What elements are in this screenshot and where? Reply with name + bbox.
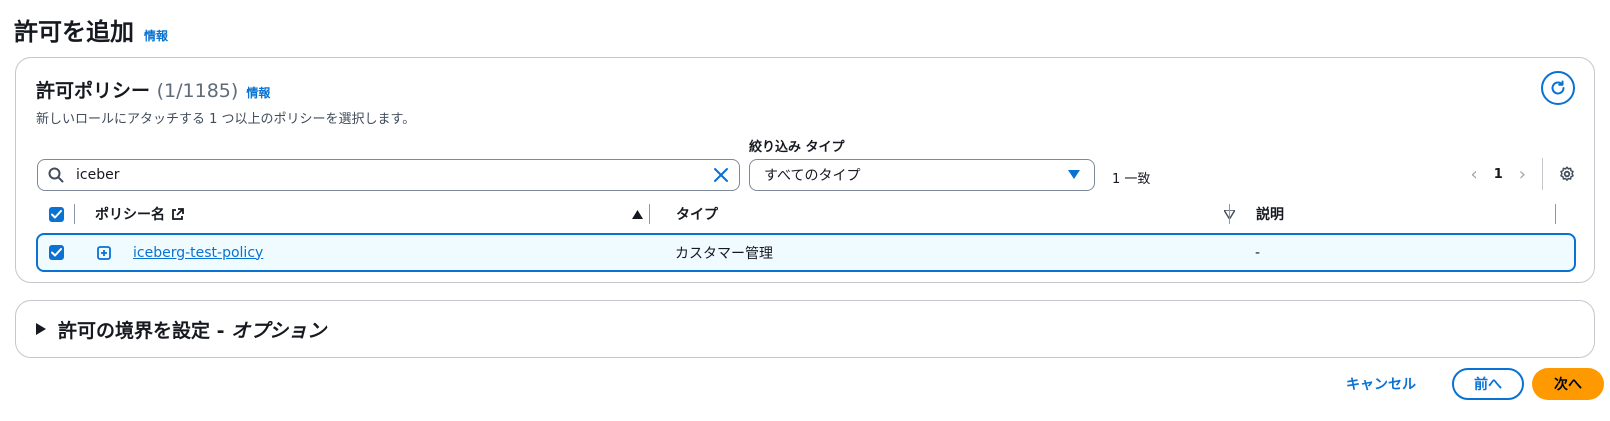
check-icon	[51, 248, 62, 257]
column-separator	[1555, 204, 1556, 224]
checkbox-checked[interactable]	[49, 245, 64, 260]
table-row[interactable]: iceberg-test-policy カスタマー管理 -	[36, 233, 1576, 272]
page-title: 許可を追加	[14, 18, 134, 46]
check-icon	[51, 209, 62, 218]
pagination-divider	[1542, 158, 1543, 190]
expand-icon	[97, 245, 111, 260]
policy-type: カスタマー管理	[675, 245, 773, 262]
page-info-link[interactable]: 情報	[144, 27, 168, 44]
caret-down-icon	[1068, 170, 1080, 179]
clear-icon[interactable]	[713, 167, 729, 183]
pagination: ‹ 1 ›	[1471, 157, 1575, 191]
column-separator	[649, 204, 650, 224]
boundary-title: 許可の境界を設定 - オプション	[58, 319, 327, 342]
policy-name-link[interactable]: iceberg-test-policy	[133, 235, 263, 270]
previous-button[interactable]: 前へ	[1452, 368, 1524, 400]
gear-icon	[1560, 166, 1574, 181]
sort-ascending-icon[interactable]	[632, 198, 643, 230]
search-input[interactable]	[74, 166, 713, 184]
external-link-icon	[172, 207, 184, 220]
refresh-button[interactable]	[1541, 71, 1575, 105]
chevron-left-icon[interactable]: ‹	[1471, 164, 1478, 185]
column-header-name-label: ポリシー名	[95, 207, 165, 223]
type-filter-value: すべてのタイプ	[764, 168, 861, 184]
cancel-button[interactable]: キャンセル	[1340, 368, 1422, 400]
panel-description: 新しいロールにアタッチする 1 つ以上のポリシーを選択します。	[36, 112, 416, 127]
panel-info-link[interactable]: 情報	[246, 84, 270, 101]
caret-right-icon	[36, 323, 46, 335]
column-header-description[interactable]: 説明	[1256, 198, 1284, 230]
panel-header: 許可ポリシー (1/1185) 情報	[36, 76, 270, 103]
type-filter-select[interactable]: すべてのタイプ	[749, 159, 1095, 191]
preferences-button[interactable]	[1559, 166, 1575, 182]
page-header: 許可を追加 情報	[14, 12, 168, 47]
match-count: 1 一致	[1112, 172, 1151, 187]
panel-title: 許可ポリシー (1/1185)	[36, 76, 238, 103]
chevron-right-icon[interactable]: ›	[1519, 164, 1526, 185]
permissions-boundary-panel: 許可の境界を設定 - オプション	[15, 300, 1595, 358]
permission-policies-panel: 許可ポリシー (1/1185) 情報 新しいロールにアタッチする 1 つ以上のポ…	[15, 57, 1595, 283]
column-header-name[interactable]: ポリシー名	[95, 198, 184, 230]
expand-row-button[interactable]	[97, 235, 111, 270]
policy-search[interactable]	[37, 159, 740, 191]
search-icon	[48, 167, 64, 183]
type-filter-label: 絞り込み タイプ	[749, 140, 845, 155]
panel-title-text: 許可ポリシー	[36, 80, 151, 102]
next-button[interactable]: 次へ	[1532, 368, 1604, 400]
column-header-type[interactable]: タイプ	[676, 198, 718, 230]
column-separator	[1229, 204, 1230, 224]
policy-description: -	[1255, 244, 1261, 261]
page-number[interactable]: 1	[1494, 167, 1503, 182]
checkbox-checked[interactable]	[49, 206, 64, 222]
boundary-expand-toggle[interactable]: 許可の境界を設定 - オプション	[36, 301, 326, 357]
refresh-icon	[1551, 80, 1565, 95]
row-checkbox[interactable]	[49, 235, 64, 270]
column-separator	[74, 204, 75, 224]
select-all-checkbox[interactable]	[49, 198, 64, 230]
policy-count: (1/1185)	[156, 80, 239, 102]
table-header: ポリシー名 タイプ 説明	[36, 198, 1576, 230]
